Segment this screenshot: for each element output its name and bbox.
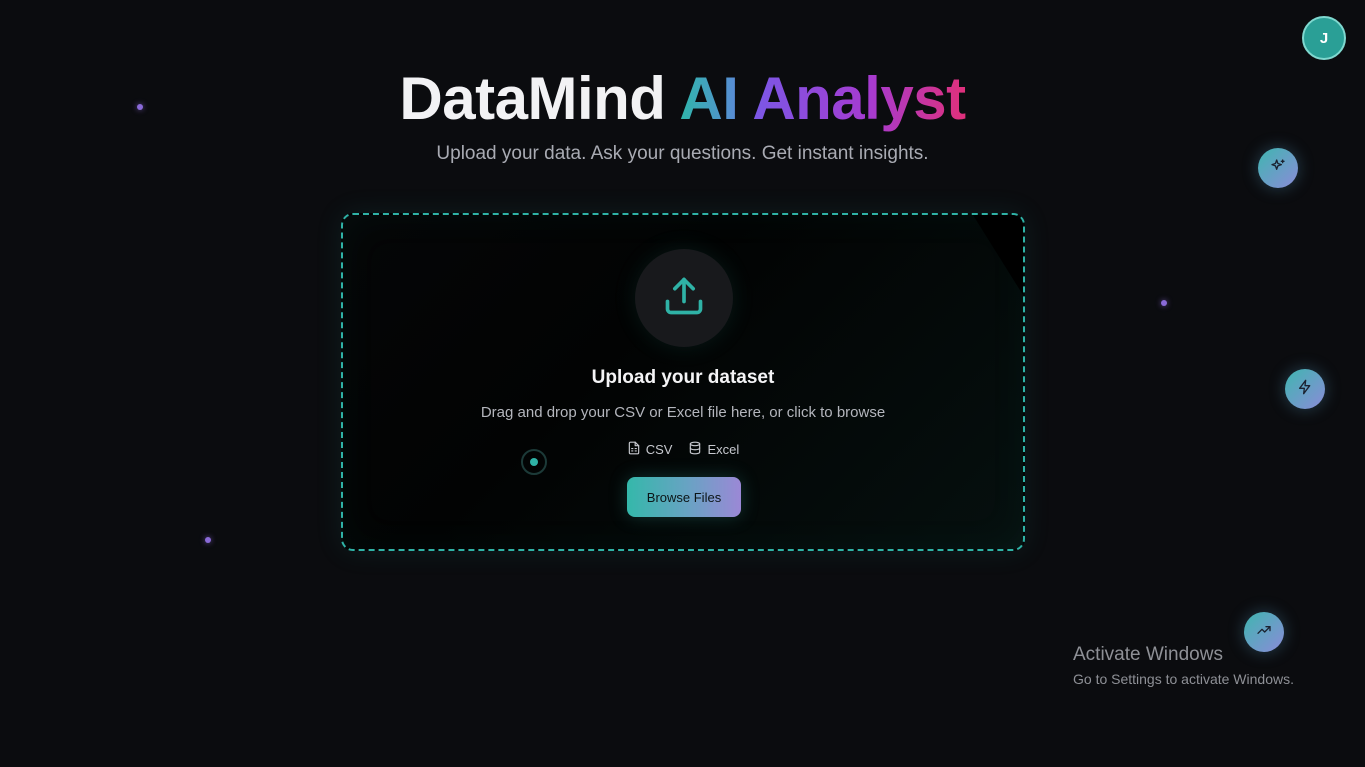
format-excel: Excel xyxy=(688,441,739,458)
title-analyst: Analyst xyxy=(752,65,966,132)
upload-icon xyxy=(662,274,706,323)
supported-formats: CSV Excel xyxy=(343,441,1023,458)
particle-dot xyxy=(1161,300,1167,306)
title-brand: DataMind xyxy=(399,65,666,132)
watermark-subtitle: Go to Settings to activate Windows. xyxy=(1073,671,1294,687)
format-excel-label: Excel xyxy=(707,442,740,457)
upload-heading: Upload your dataset xyxy=(591,367,775,388)
browse-files-button[interactable]: Browse Files xyxy=(627,477,741,517)
database-icon xyxy=(688,441,702,458)
format-csv-label: CSV xyxy=(645,442,673,457)
title-ai: AI xyxy=(679,65,739,132)
file-spreadsheet-icon xyxy=(627,441,641,458)
upload-dropzone[interactable]: Upload your dataset Drag and drop your C… xyxy=(341,213,1025,551)
sparkles-icon xyxy=(1270,158,1286,179)
watermark-title: Activate Windows xyxy=(1073,644,1223,665)
page-subtitle: Upload your data. Ask your questions. Ge… xyxy=(436,143,929,164)
app-page: DataMind AI Analyst Upload your data. As… xyxy=(0,0,1365,767)
page-title: DataMind AI Analyst xyxy=(0,64,1365,134)
zap-button[interactable] xyxy=(1285,369,1325,409)
card-corner-decoration xyxy=(973,215,1023,295)
upload-description: Drag and drop your CSV or Excel file her… xyxy=(480,404,886,421)
status-indicator-dot xyxy=(521,449,547,475)
particle-dot xyxy=(205,537,211,543)
trending-up-icon xyxy=(1256,622,1272,643)
format-csv: CSV xyxy=(627,441,673,458)
zap-icon xyxy=(1297,379,1313,400)
sparkles-button[interactable] xyxy=(1258,148,1298,188)
user-avatar[interactable]: J xyxy=(1302,16,1346,60)
upload-icon-container xyxy=(635,249,733,347)
windows-activation-watermark: Activate Windows Go to Settings to activ… xyxy=(1073,643,1294,689)
